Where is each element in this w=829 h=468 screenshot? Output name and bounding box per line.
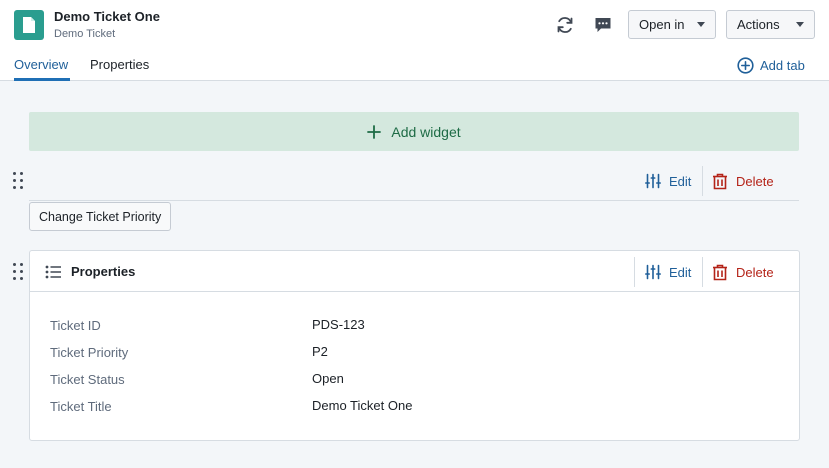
plus-icon <box>367 124 382 139</box>
add-widget-button[interactable]: Add widget <box>29 112 799 151</box>
trash-icon <box>713 173 727 189</box>
object-type-subtitle: Demo Ticket <box>54 28 116 40</box>
open-in-button[interactable]: Open in <box>628 10 716 39</box>
chevron-down-icon <box>796 22 804 27</box>
divider <box>634 257 635 287</box>
edit-widget-button[interactable]: Edit <box>645 262 691 282</box>
sliders-icon <box>645 173 661 189</box>
drag-handle-icon[interactable] <box>13 172 25 192</box>
property-label-ticket-id: Ticket ID <box>50 318 101 333</box>
property-value-ticket-id: PDS-123 <box>312 317 365 332</box>
property-value-ticket-title: Demo Ticket One <box>312 398 413 413</box>
property-value-ticket-priority: P2 <box>312 344 328 359</box>
edit-label: Edit <box>669 173 692 189</box>
divider <box>702 166 703 196</box>
property-value-ticket-status: Open <box>312 371 344 386</box>
edit-widget-button[interactable]: Edit <box>645 171 691 191</box>
actions-label: Actions <box>737 17 780 32</box>
property-label-ticket-status: Ticket Status <box>50 372 125 387</box>
widget-divider <box>29 200 799 201</box>
chevron-down-icon <box>697 22 705 27</box>
open-in-label: Open in <box>639 17 685 32</box>
comment-icon[interactable] <box>590 12 616 38</box>
object-icon <box>14 10 44 40</box>
tab-overview[interactable]: Overview <box>14 57 68 72</box>
refresh-icon[interactable] <box>552 12 578 38</box>
delete-label: Delete <box>736 264 774 280</box>
add-tab-button[interactable]: Add tab <box>737 56 805 74</box>
delete-label: Delete <box>736 173 774 189</box>
add-widget-label: Add widget <box>391 123 461 140</box>
add-tab-label: Add tab <box>760 57 805 73</box>
tab-properties[interactable]: Properties <box>90 57 149 72</box>
trash-icon <box>713 264 727 280</box>
list-icon <box>45 265 61 279</box>
sliders-icon <box>645 264 661 280</box>
delete-widget-button[interactable]: Delete <box>712 262 774 282</box>
change-ticket-priority-button[interactable]: Change Ticket Priority <box>29 202 172 231</box>
properties-widget-title: Properties <box>71 264 136 279</box>
card-header-divider <box>29 291 799 292</box>
actions-button[interactable]: Actions <box>726 10 815 39</box>
drag-handle-icon[interactable] <box>13 263 25 283</box>
divider <box>702 257 703 287</box>
object-title: Demo Ticket One <box>54 9 160 24</box>
delete-widget-button[interactable]: Delete <box>712 171 774 191</box>
active-tab-indicator <box>14 78 70 81</box>
edit-label: Edit <box>669 264 692 280</box>
property-label-ticket-title: Ticket Title <box>50 399 112 414</box>
property-label-ticket-priority: Ticket Priority <box>50 345 129 360</box>
object-header: Demo Ticket One Demo Ticket Open in Acti… <box>0 0 829 81</box>
plus-circle-icon <box>737 56 754 74</box>
